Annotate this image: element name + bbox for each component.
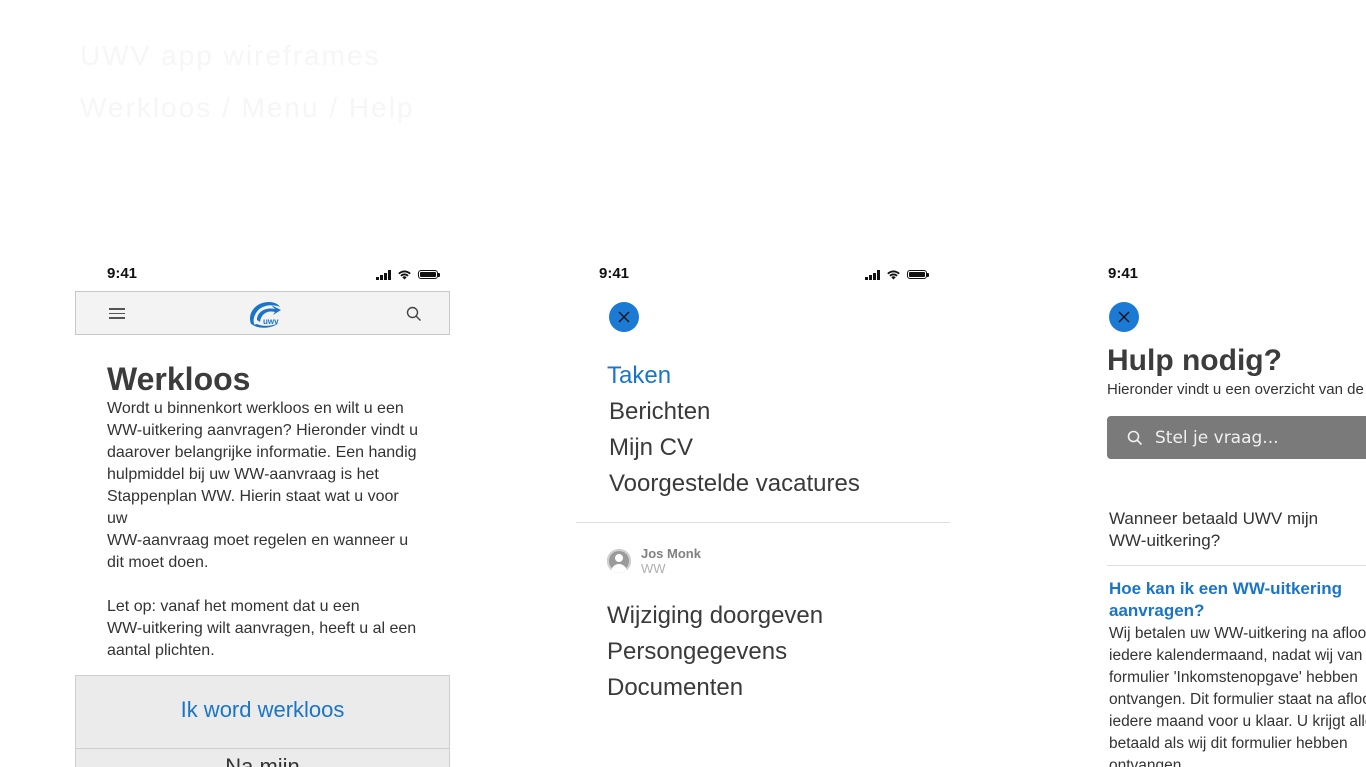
top-navbar: uwv xyxy=(75,291,450,335)
search-placeholder: Stel je vraag... xyxy=(1155,427,1279,448)
menu-item-berichten[interactable]: Berichten xyxy=(607,397,860,433)
close-icon xyxy=(1118,311,1130,323)
status-time: 9:41 xyxy=(599,265,630,282)
wifi-icon xyxy=(887,270,900,280)
signal-icon xyxy=(376,269,391,280)
search-icon xyxy=(1127,430,1143,445)
status-icons xyxy=(376,269,440,280)
user-name: Jos Monk xyxy=(641,546,701,561)
close-icon xyxy=(618,311,630,323)
menu-item-persongegevens[interactable]: Persongegevens xyxy=(607,637,823,673)
page-title: Hulp nodig? xyxy=(1107,344,1282,377)
menu-item-taken[interactable]: Taken xyxy=(607,361,860,397)
ik-word-werkloos-button[interactable]: Ik word werkloos xyxy=(75,675,450,749)
faq-divider xyxy=(1107,565,1366,566)
ghost-subheading: Werkloos / Menu / Help xyxy=(80,92,415,123)
menu-item-documenten[interactable]: Documenten xyxy=(607,673,823,709)
status-time: 9:41 xyxy=(1108,265,1139,282)
wifi-icon xyxy=(398,270,411,280)
status-bar: 9:41 xyxy=(599,265,929,285)
uwv-logo[interactable]: uwv xyxy=(245,298,283,330)
menu-item-voorgestelde-vacatures[interactable]: Voorgestelde vacatures xyxy=(607,469,860,505)
close-button[interactable] xyxy=(609,302,639,332)
screen-hulp: 9:41 Hulp nodig? Hieronder vindt u een o… xyxy=(1076,255,1366,767)
search-icon[interactable] xyxy=(406,306,422,322)
screen-menu: 9:41 Taken Berichten Mijn CV Voorgesteld… xyxy=(576,255,951,767)
ghost-heading: UWV app wireframes xyxy=(80,40,381,71)
faq-item-question[interactable]: Wanneer betaald UWV mijn WW-uitkering? xyxy=(1109,508,1339,552)
status-bar: 9:41 xyxy=(1108,265,1354,285)
secondary-button[interactable]: Na mijn xyxy=(75,748,450,767)
battery-icon xyxy=(418,270,440,279)
intro-text: Wordt u binnenkort werkloos en wilt u ee… xyxy=(107,400,418,659)
main-menu: Taken Berichten Mijn CV Voorgestelde vac… xyxy=(607,361,860,505)
menu-divider xyxy=(576,522,950,523)
signal-icon xyxy=(865,269,880,280)
status-icons xyxy=(865,269,929,280)
menu-item-mijn-cv[interactable]: Mijn CV xyxy=(607,433,860,469)
menu-item-wijziging-doorgeven[interactable]: Wijziging doorgeven xyxy=(607,601,823,637)
account-menu: Wijziging doorgeven Persongegevens Docum… xyxy=(607,601,823,709)
logo-text: uwv xyxy=(263,317,279,326)
faq-item-open-question[interactable]: Hoe kan ik een WW-uitkering aanvragen? xyxy=(1109,578,1349,622)
faq-item-answer: Wij betalen uw WW-uitkering na afloop ie… xyxy=(1109,625,1366,767)
screen-werkloos: 9:41 uwv Werkloos Wordt u binnenkort wer… xyxy=(75,255,450,767)
user-role: WW xyxy=(641,561,666,576)
status-bar: 9:41 xyxy=(107,265,440,285)
page-subtitle: Hieronder vindt u een overzicht van de xyxy=(1107,381,1364,398)
user-profile[interactable]: Jos Monk WW xyxy=(607,546,701,576)
status-time: 9:41 xyxy=(107,265,138,282)
close-button[interactable] xyxy=(1109,302,1139,332)
avatar xyxy=(607,549,631,573)
help-search-input[interactable]: Stel je vraag... xyxy=(1107,416,1366,459)
hamburger-menu-icon[interactable] xyxy=(109,308,125,322)
battery-icon xyxy=(907,270,929,279)
page-title: Werkloos xyxy=(107,361,251,397)
